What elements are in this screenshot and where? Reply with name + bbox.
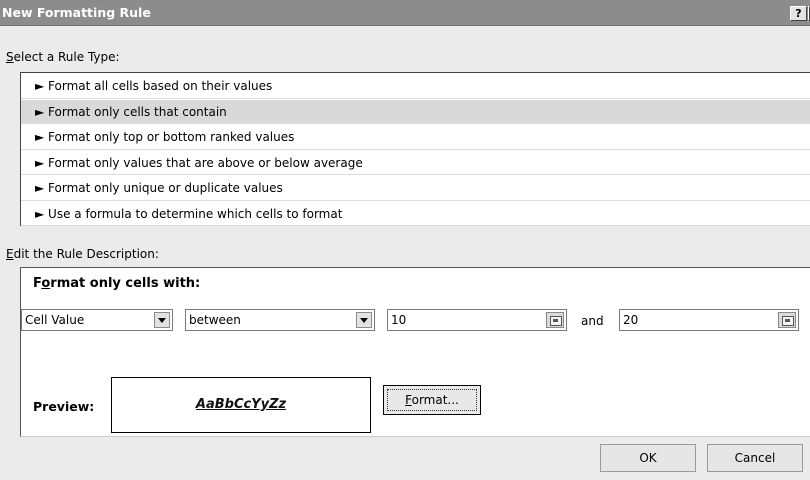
rule-description-label: Edit the Rule Description: — [6, 247, 159, 261]
help-icon: ? — [795, 7, 802, 20]
ok-button[interactable]: OK — [600, 444, 696, 472]
format-button-label: Format... — [387, 389, 477, 411]
cancel-button[interactable]: Cancel — [707, 444, 803, 472]
condition-type-value: Cell Value — [25, 313, 85, 327]
and-label: and — [581, 314, 604, 328]
condition-type-select[interactable]: Cell Value — [21, 309, 173, 331]
format-button[interactable]: Format... — [383, 385, 481, 415]
title-bar: New Formatting Rule ? X — [0, 0, 810, 26]
rule-description-label-text: dit the Rule Description: — [13, 247, 159, 261]
chevron-down-icon[interactable] — [356, 312, 372, 328]
value2-input[interactable]: 20 — [619, 309, 799, 331]
heading-rest: rmat only cells with: — [50, 276, 201, 291]
operator-value: between — [189, 313, 241, 327]
operator-select[interactable]: between — [185, 309, 375, 331]
range-select-icon[interactable] — [778, 312, 796, 328]
rule-type-item[interactable]: ► Format all cells based on their values — [21, 73, 810, 99]
chevron-down-icon[interactable] — [154, 312, 170, 328]
rule-type-item[interactable]: ► Format only top or bottom ranked value… — [21, 124, 810, 150]
preview-box: AaBbCcYyZz — [111, 377, 371, 433]
rule-description-label-accel: E — [6, 247, 14, 261]
value1-text: 10 — [391, 313, 407, 327]
window-title: New Formatting Rule — [2, 5, 151, 20]
rule-type-item-selected[interactable]: ► Format only cells that contain — [21, 98, 810, 124]
rule-type-list[interactable]: ► Format all cells based on their values… — [20, 72, 810, 226]
rule-description-panel: Format only cells with: Cell Value betwe… — [20, 267, 810, 437]
format-cells-heading: Format only cells with: — [33, 276, 200, 291]
rule-type-item[interactable]: ► Format only values that are above or b… — [21, 149, 810, 175]
value1-input[interactable]: 10 — [387, 309, 567, 331]
value2-text: 20 — [623, 313, 639, 327]
rule-type-item[interactable]: ► Format only unique or duplicate values — [21, 175, 810, 201]
rule-type-label-text: elect a Rule Type: — [13, 50, 120, 64]
preview-label: Preview: — [33, 399, 95, 414]
rule-type-label: Select a Rule Type: — [6, 50, 120, 64]
format-rest: ormat... — [411, 393, 459, 407]
rule-type-item[interactable]: ► Use a formula to determine which cells… — [21, 200, 810, 226]
preview-sample-text: AaBbCcYyZz — [195, 397, 287, 412]
rule-type-label-accel: S — [6, 50, 14, 64]
heading-accel: o — [41, 276, 51, 291]
range-select-icon[interactable] — [546, 312, 564, 328]
help-button[interactable]: ? — [790, 6, 807, 21]
